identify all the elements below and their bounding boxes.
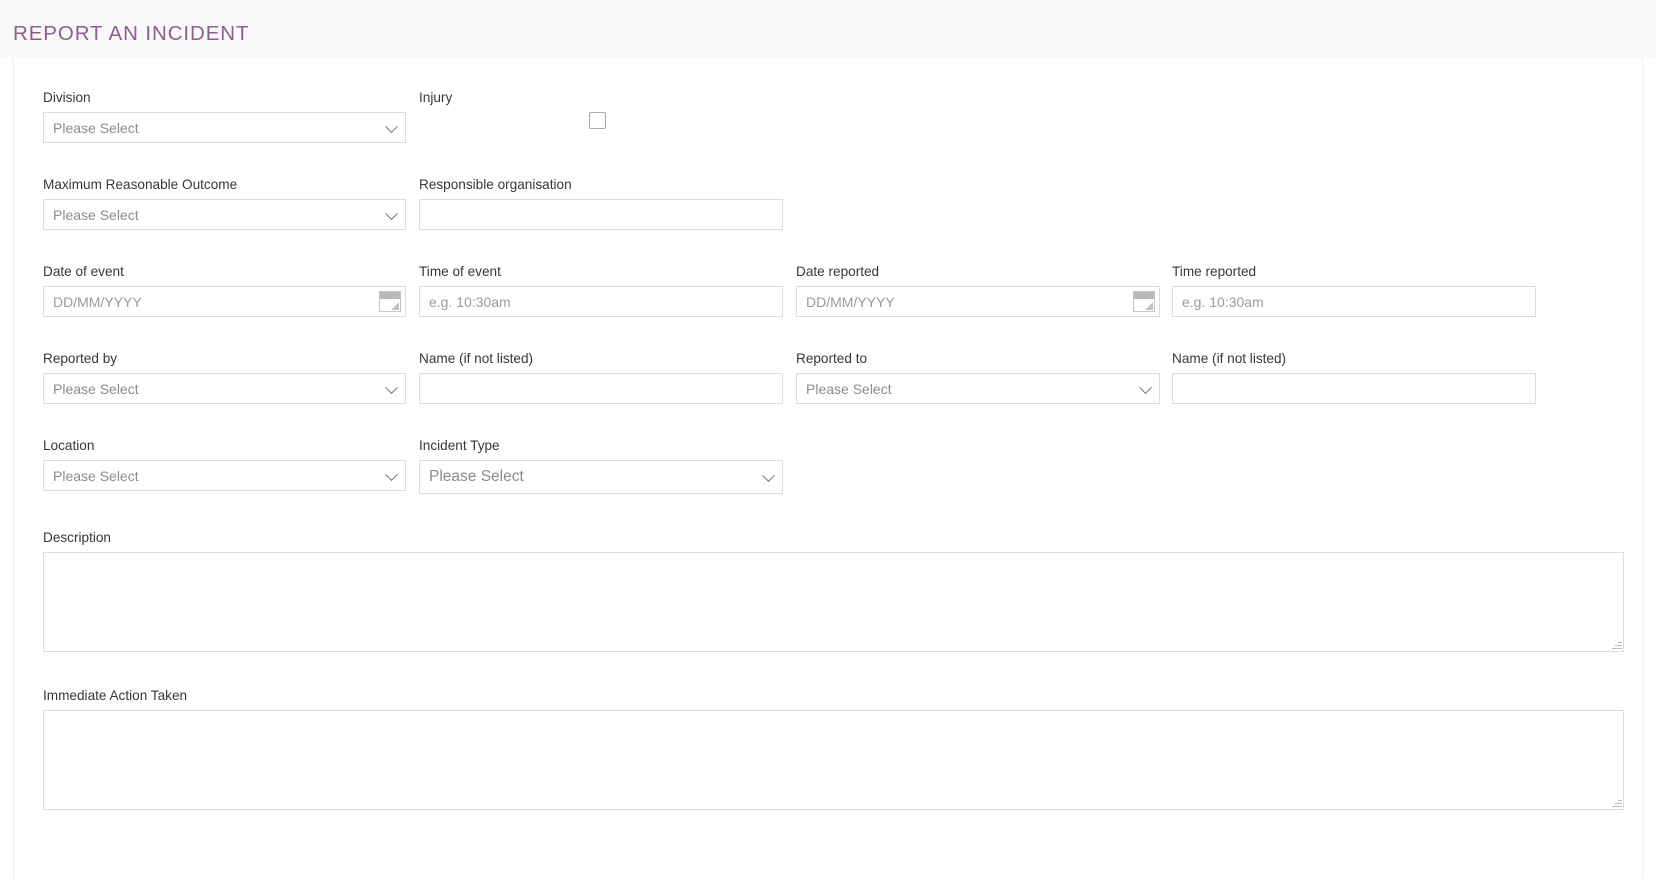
field-injury: Injury xyxy=(419,90,782,129)
field-immediate-action-taken: Immediate Action Taken xyxy=(43,688,1624,810)
input-reported-to-name[interactable] xyxy=(1172,373,1536,404)
checkbox-injury[interactable] xyxy=(589,112,606,129)
select-division[interactable]: Please Select xyxy=(43,112,406,143)
input-time-reported[interactable] xyxy=(1172,286,1536,317)
chevron-down-icon xyxy=(385,119,398,133)
label-maximum-reasonable-outcome: Maximum Reasonable Outcome xyxy=(43,177,238,192)
select-reported-by-value: Please Select xyxy=(53,380,139,397)
calendar-icon-date-of-event[interactable] xyxy=(379,291,401,312)
chevron-down-icon xyxy=(762,469,775,483)
field-reported-to-name: Name (if not listed) xyxy=(1172,351,1536,404)
calendar-icon-date-reported[interactable] xyxy=(1133,291,1155,312)
label-time-reported: Time reported xyxy=(1172,264,1257,279)
field-reported-by: Reported by Please Select xyxy=(43,351,406,404)
field-location: Location Please Select xyxy=(43,438,406,491)
field-date-reported: Date reported xyxy=(796,264,1160,317)
report-an-incident-page: REPORT AN INCIDENT Division Please Selec… xyxy=(0,0,1656,879)
chevron-down-icon xyxy=(385,206,398,220)
label-reported-by: Reported by xyxy=(43,351,118,366)
label-injury: Injury xyxy=(419,90,453,105)
field-responsible-organisation: Responsible organisation xyxy=(419,177,783,230)
label-division: Division xyxy=(43,90,91,105)
select-location[interactable]: Please Select xyxy=(43,460,406,491)
label-reported-to: Reported to xyxy=(796,351,868,366)
label-reported-by-name: Name (if not listed) xyxy=(419,351,534,366)
label-responsible-organisation: Responsible organisation xyxy=(419,177,572,192)
field-time-reported: Time reported xyxy=(1172,264,1536,317)
select-maximum-reasonable-outcome[interactable]: Please Select xyxy=(43,199,406,230)
chevron-down-icon xyxy=(1139,380,1152,394)
select-division-value: Please Select xyxy=(53,119,139,136)
input-date-of-event[interactable] xyxy=(43,286,406,317)
label-date-of-event: Date of event xyxy=(43,264,124,279)
textarea-description[interactable] xyxy=(43,552,1624,652)
select-reported-by[interactable]: Please Select xyxy=(43,373,406,404)
label-immediate-action-taken: Immediate Action Taken xyxy=(43,688,188,703)
chevron-down-icon xyxy=(385,380,398,394)
label-reported-to-name: Name (if not listed) xyxy=(1172,351,1287,366)
select-maximum-reasonable-outcome-value: Please Select xyxy=(53,206,139,223)
select-reported-to-value: Please Select xyxy=(806,380,892,397)
select-incident-type[interactable]: Please Select xyxy=(419,460,783,494)
label-time-of-event: Time of event xyxy=(419,264,501,279)
page-header: REPORT AN INCIDENT xyxy=(0,0,1656,57)
input-responsible-organisation[interactable] xyxy=(419,199,783,230)
input-time-of-event[interactable] xyxy=(419,286,783,317)
field-incident-type: Incident Type Please Select xyxy=(419,438,783,494)
chevron-down-icon xyxy=(385,467,398,481)
select-reported-to[interactable]: Please Select xyxy=(796,373,1160,404)
page-title: REPORT AN INCIDENT xyxy=(13,22,250,45)
incident-form-card: Division Please Select Injury Maximum Re… xyxy=(13,57,1643,879)
input-reported-by-name[interactable] xyxy=(419,373,783,404)
field-reported-by-name: Name (if not listed) xyxy=(419,351,783,404)
label-description: Description xyxy=(43,530,111,545)
textarea-immediate-action-taken[interactable] xyxy=(43,710,1624,810)
select-incident-type-value: Please Select xyxy=(429,468,524,485)
field-time-of-event: Time of event xyxy=(419,264,783,317)
input-date-reported[interactable] xyxy=(796,286,1160,317)
field-date-of-event: Date of event xyxy=(43,264,406,317)
field-division: Division Please Select xyxy=(43,90,406,143)
field-maximum-reasonable-outcome: Maximum Reasonable Outcome Please Select xyxy=(43,177,406,230)
field-description: Description xyxy=(43,530,1624,652)
field-reported-to: Reported to Please Select xyxy=(796,351,1160,404)
label-incident-type: Incident Type xyxy=(419,438,500,453)
select-location-value: Please Select xyxy=(53,467,139,484)
label-date-reported: Date reported xyxy=(796,264,880,279)
label-location: Location xyxy=(43,438,95,453)
